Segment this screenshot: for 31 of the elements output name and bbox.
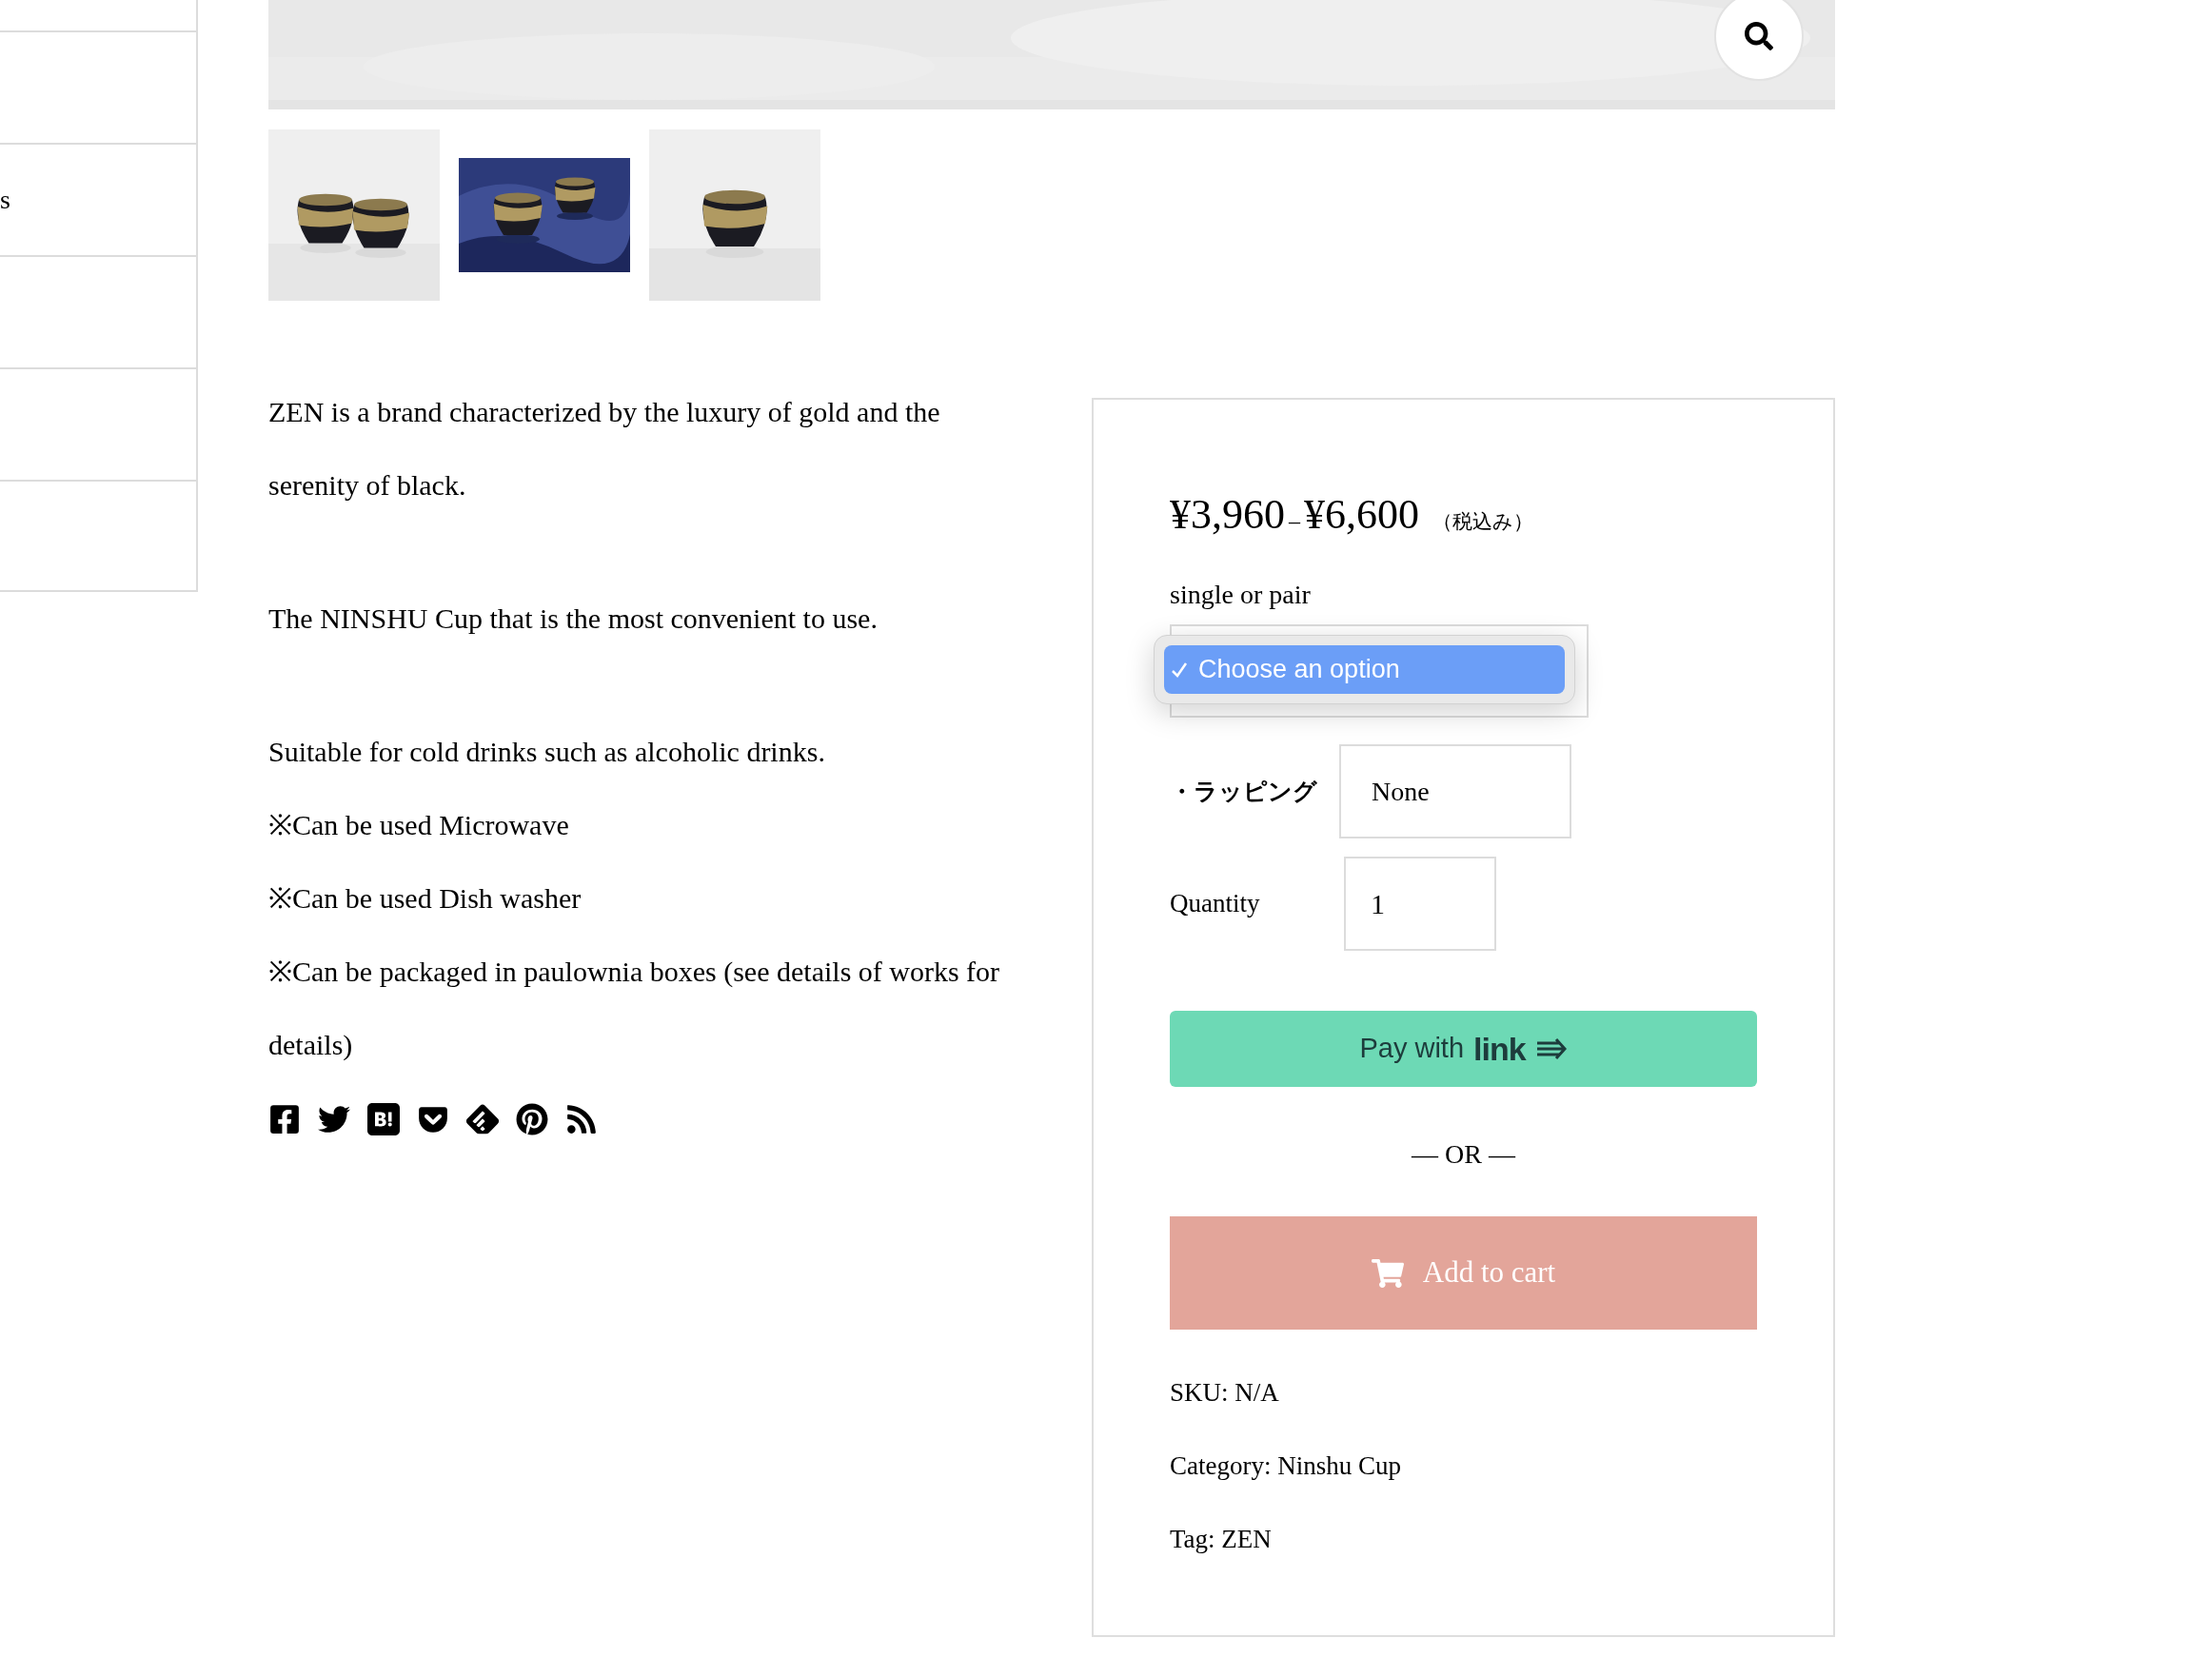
price: ¥3,960 <box>1170 490 1285 540</box>
sidebar-item[interactable]: s <box>0 143 196 255</box>
description-text: Suitable for cold drinks such as alcoholic drinks. <box>268 735 826 769</box>
quantity-input[interactable]: 1 <box>1344 857 1496 951</box>
facebook-icon[interactable] <box>268 1103 301 1135</box>
field-label: single or pair <box>1170 579 1312 611</box>
field-label: ・ラッピング <box>1170 777 1318 806</box>
description-text: ※Can be used Microwave <box>268 808 570 842</box>
product-meta: SKU: N/A <box>1170 1377 1280 1408</box>
bird-icon[interactable] <box>318 1103 350 1135</box>
description-text: ※Can be used Dish washer <box>268 881 583 916</box>
pay-button[interactable]: Pay with link <box>1170 1011 1757 1087</box>
pinterest-icon[interactable] <box>516 1103 548 1135</box>
product-meta: Tag: ZEN <box>1170 1524 1273 1554</box>
description-text: The NINSHU Cup that is the most convenient to use. <box>268 602 879 636</box>
product-meta: Category: Ninshu Cup <box>1170 1450 1402 1481</box>
description-text: ZEN is a brand characterized by the luxury of gold and the serenity of black. <box>268 395 941 503</box>
wrapping-select[interactable]: None <box>1339 744 1571 838</box>
bookmark-icon[interactable] <box>367 1103 400 1135</box>
arrow-icon <box>1534 1037 1568 1060</box>
tax-note: （税込み） <box>1432 509 1533 535</box>
cart-icon <box>1371 1256 1404 1290</box>
option-select[interactable] <box>1170 624 1589 718</box>
description-text: ※Can be packaged in paulownia boxes (see details of works for details) <box>268 955 1001 1062</box>
price-separator: – <box>1289 507 1300 535</box>
feedly-icon[interactable] <box>466 1103 499 1135</box>
field-label: Quantity <box>1170 888 1261 920</box>
price: ¥6,600 <box>1304 490 1419 540</box>
or-divider: — OR — <box>1412 1138 1515 1171</box>
rss-icon[interactable] <box>565 1103 598 1135</box>
search-icon <box>1745 22 1773 50</box>
